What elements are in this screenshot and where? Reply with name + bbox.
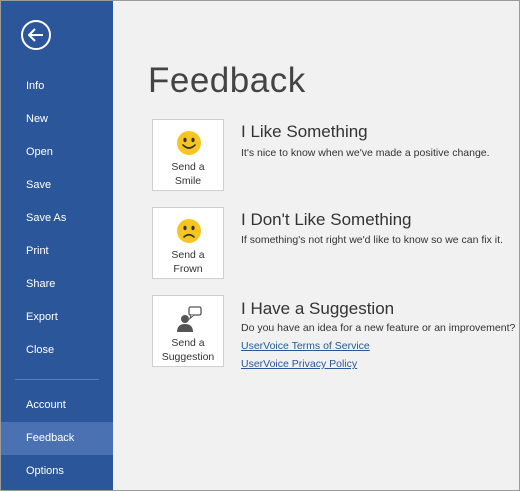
sidebar-divider — [15, 379, 99, 380]
dislike-something-title: I Don't Like Something — [241, 210, 412, 229]
backstage-window: Info New Open Save Save As Print Share E… — [0, 0, 520, 491]
sidebar-item-print[interactable]: Print — [1, 235, 113, 268]
sidebar-item-export[interactable]: Export — [1, 301, 113, 334]
suggestion-person-icon — [177, 306, 202, 332]
suggestion-description: Do you have an idea for a new feature or… — [241, 322, 516, 334]
uservoice-privacy-link[interactable]: UserVoice Privacy Policy — [241, 358, 357, 370]
sidebar-item-feedback[interactable]: Feedback — [1, 422, 113, 455]
uservoice-terms-link[interactable]: UserVoice Terms of Service — [241, 340, 370, 352]
page-title: Feedback — [148, 61, 306, 100]
send-smile-button[interactable]: Send a Smile — [152, 119, 224, 191]
like-something-title: I Like Something — [241, 122, 368, 141]
smile-icon — [177, 131, 201, 155]
sidebar-item-account[interactable]: Account — [1, 389, 113, 422]
send-suggestion-button[interactable]: Send a Suggestion — [152, 295, 224, 367]
suggestion-title: I Have a Suggestion — [241, 299, 395, 318]
sidebar-item-info[interactable]: Info — [1, 70, 113, 103]
send-frown-label: Send a Frown — [171, 249, 205, 275]
send-frown-button[interactable]: Send a Frown — [152, 207, 224, 279]
like-something-description: It's nice to know when we've made a posi… — [241, 147, 490, 159]
sidebar-item-save[interactable]: Save — [1, 169, 113, 202]
send-suggestion-label: Send a Suggestion — [161, 337, 215, 363]
sidebar-item-open[interactable]: Open — [1, 136, 113, 169]
send-smile-label: Send a Smile — [171, 161, 205, 187]
frown-icon — [177, 219, 201, 243]
sidebar-nav-top: Info New Open Save Save As Print Share E… — [1, 70, 113, 367]
sidebar-item-share[interactable]: Share — [1, 268, 113, 301]
back-button[interactable] — [21, 20, 51, 50]
back-arrow-icon — [28, 28, 43, 42]
sidebar-item-save-as[interactable]: Save As — [1, 202, 113, 235]
sidebar-item-close[interactable]: Close — [1, 334, 113, 367]
sidebar-item-options[interactable]: Options — [1, 455, 113, 488]
backstage-sidebar: Info New Open Save Save As Print Share E… — [1, 1, 113, 490]
sidebar-item-new[interactable]: New — [1, 103, 113, 136]
sidebar-nav-bottom: Account Feedback Options — [1, 389, 113, 488]
dislike-something-description: If something's not right we'd like to kn… — [241, 234, 503, 246]
feedback-pane: Feedback Send a Smile I Like Something I… — [113, 1, 519, 490]
